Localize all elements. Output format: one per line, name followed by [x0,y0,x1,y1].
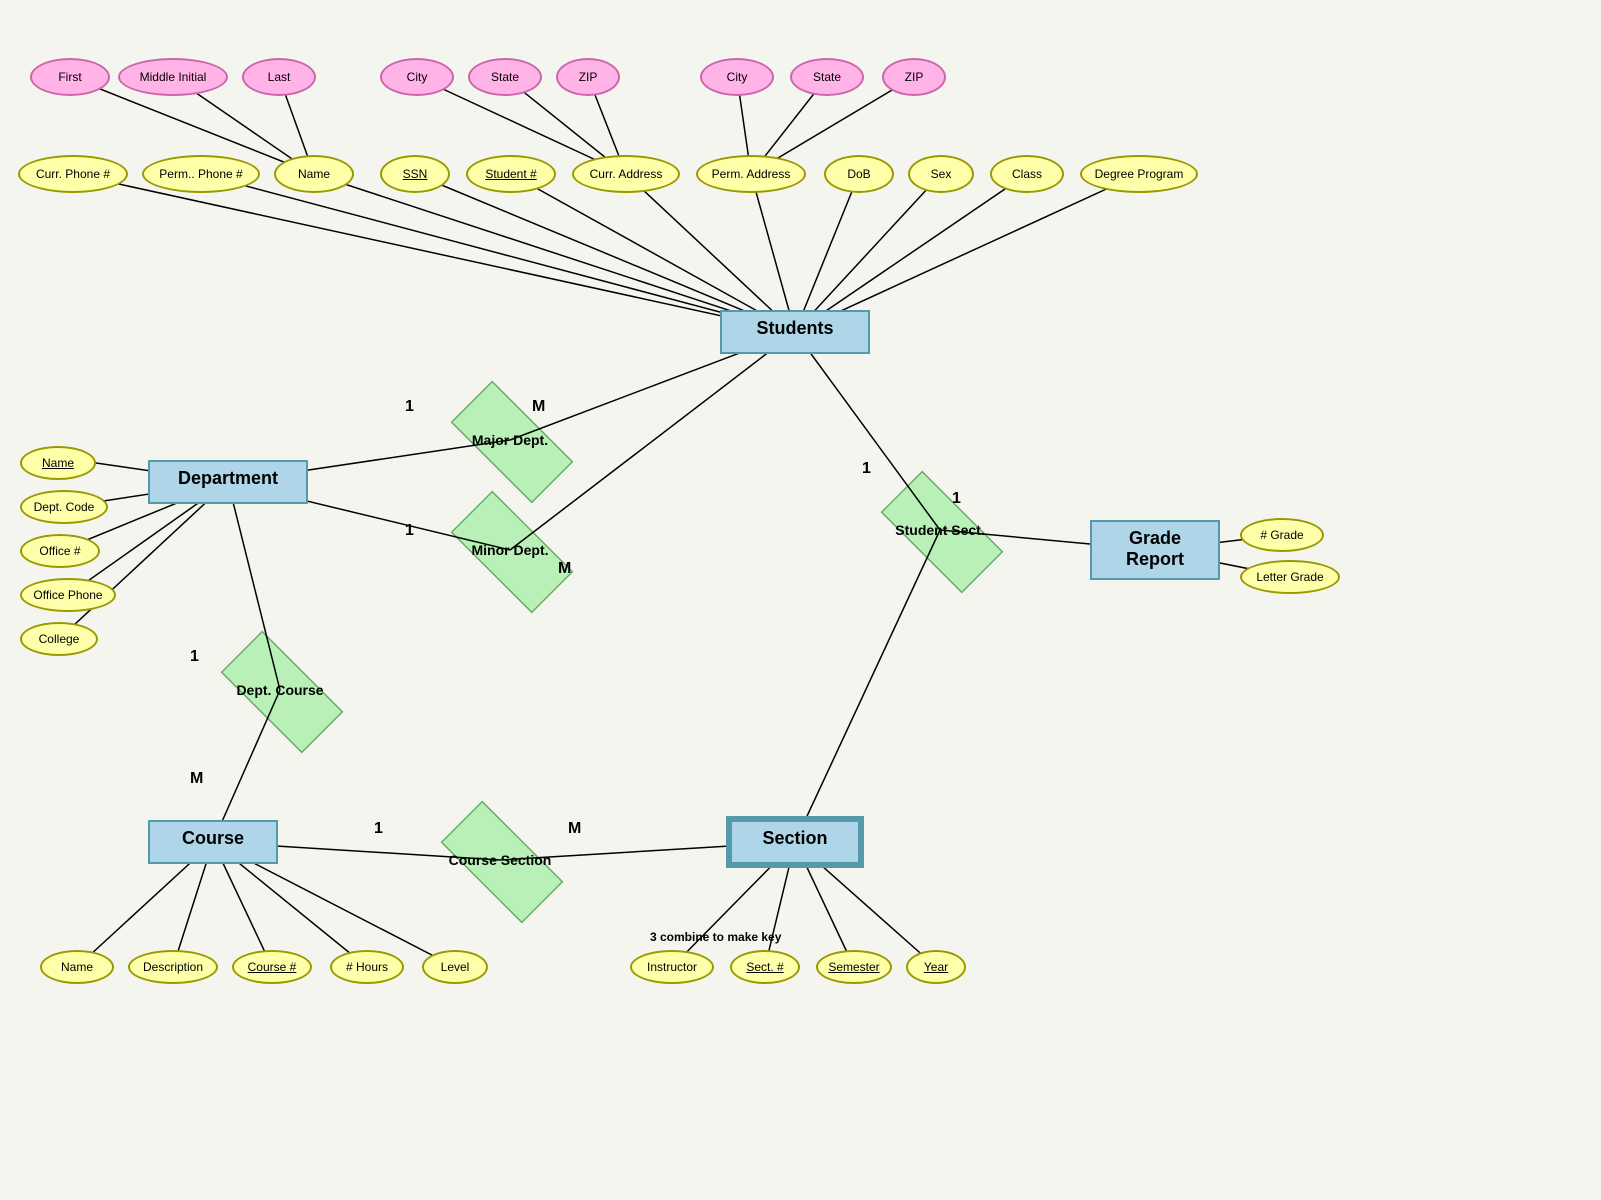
attr-sect_num: Sect. # [730,950,800,984]
attr-sex: Sex [908,155,974,193]
attr-level: Level [422,950,488,984]
attr-degree_prog: Degree Program [1080,155,1198,193]
card-label: M [568,820,581,838]
attr-city1: City [380,58,454,96]
card-label: 3 combine to make key [650,930,781,944]
attr-curr_addr: Curr. Address [572,155,680,193]
attr-state2: State [790,58,864,96]
attr-perm_addr: Perm. Address [696,155,806,193]
attr-instructor: Instructor [630,950,714,984]
attr-last: Last [242,58,316,96]
rel-minor_dept: Minor Dept. [430,510,590,590]
entity-course: Course [148,820,278,864]
rel-course_section: Course Section [420,820,580,900]
attr-office_phone: Office Phone [20,578,116,612]
card-label: 1 [374,820,383,838]
attr-curr_phone: Curr. Phone # [18,155,128,193]
card-label: 1 [405,398,414,416]
entity-grade_report: GradeReport [1090,520,1220,580]
attr-office_num: Office # [20,534,100,568]
attr-grade_num: # Grade [1240,518,1324,552]
attr-name_attr: Name [274,155,354,193]
card-label: 1 [190,648,199,666]
attr-letter_grade: Letter Grade [1240,560,1340,594]
card-label: 1 [405,522,414,540]
attr-college: College [20,622,98,656]
attr-zip2: ZIP [882,58,946,96]
rel-major_dept: Major Dept. [430,400,590,480]
attr-semester: Semester [816,950,892,984]
rel-student_sect: Student Sect. [860,490,1020,570]
attr-dept_code: Dept. Code [20,490,108,524]
attr-year: Year [906,950,966,984]
card-label: M [532,398,545,416]
attr-zip1: ZIP [556,58,620,96]
attr-city2: City [700,58,774,96]
attr-course_name: Name [40,950,114,984]
rel-dept_course: Dept. Course [200,650,360,730]
attr-mid_init: Middle Initial [118,58,228,96]
attr-first: First [30,58,110,96]
attr-dob: DoB [824,155,894,193]
attr-ssn: SSN [380,155,450,193]
card-label: M [558,560,571,578]
entity-department: Department [148,460,308,504]
card-label: 1 [952,490,961,508]
attr-course_num: Course # [232,950,312,984]
attr-course_desc: Description [128,950,218,984]
attr-class: Class [990,155,1064,193]
attr-dept_name: Name [20,446,96,480]
attr-perm_phone: Perm.. Phone # [142,155,260,193]
card-label: M [190,770,203,788]
attr-hours: # Hours [330,950,404,984]
entity-section: Section [730,820,860,864]
card-label: 1 [862,460,871,478]
entity-students: Students [720,310,870,354]
attr-state1: State [468,58,542,96]
attr-student_num: Student # [466,155,556,193]
